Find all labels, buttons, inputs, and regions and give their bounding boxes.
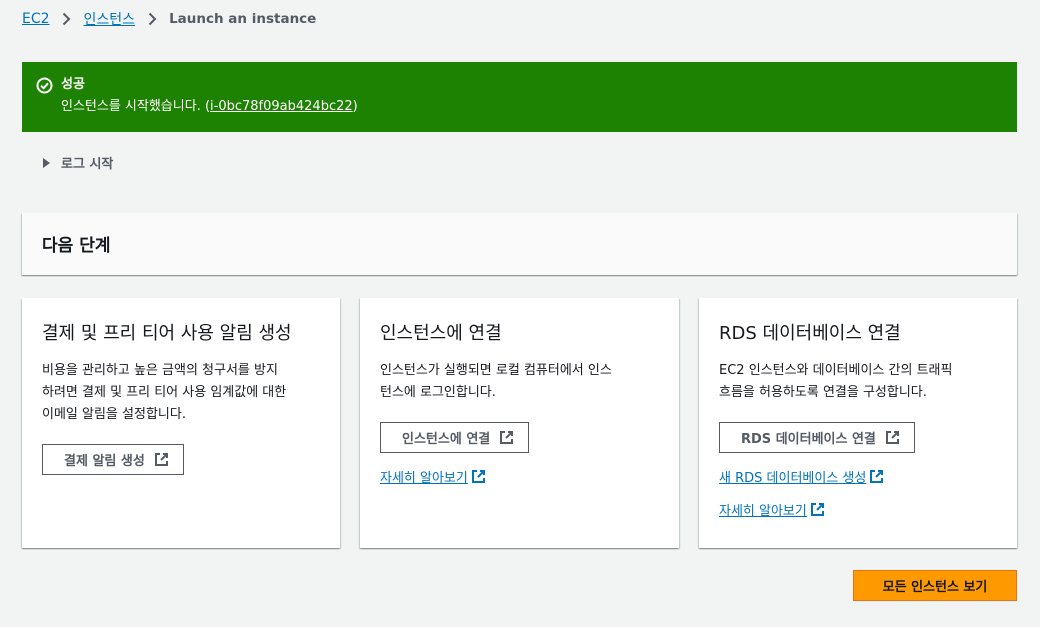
flash-message-prefix: 인스턴스를 시작했습니다. ( [61, 99, 211, 114]
button-label: 결제 알림 생성 [64, 454, 145, 469]
card-description: 인스턴스가 실행되면 로컬 컴퓨터에서 인스 턴스에 로그인합니다. [380, 360, 659, 404]
connect-rds-button[interactable]: RDS 데이터베이스 연결 [719, 422, 915, 453]
flash-message: 인스턴스를 시작했습니다. (i-0bc78f09ab424bc22) [61, 98, 358, 116]
card-description: EC2 인스턴스와 데이터베이스 간의 트래픽 흐름을 허용하도록 연결을 구성… [719, 360, 997, 404]
chevron-right-icon [141, 12, 163, 26]
card-description-line: 인스턴스가 실행되면 로컬 컴퓨터에서 인스 [380, 363, 612, 378]
launch-log-expander[interactable]: 로그 시작 [42, 153, 113, 172]
card-title: RDS 데이터베이스 연결 [719, 323, 901, 344]
external-link-icon [154, 453, 168, 466]
link-label: 자세히 알아보기 [380, 471, 468, 486]
card-title: 인스턴스에 연결 [380, 323, 502, 344]
flash-text: 성공 인스턴스를 시작했습니다. (i-0bc78f09ab424bc22) [61, 76, 358, 116]
breadcrumb-current: Launch an instance [169, 11, 317, 27]
flash-content: 성공 인스턴스를 시작했습니다. (i-0bc78f09ab424bc22) [36, 76, 1001, 116]
breadcrumb-instances-link[interactable]: 인스턴스 [84, 9, 136, 29]
external-link-icon [471, 470, 485, 483]
next-steps-title: 다음 단계 [42, 236, 111, 256]
launch-log-label: 로그 시작 [61, 157, 114, 172]
external-link-icon [885, 431, 899, 444]
next-steps-header: 다음 단계 [22, 213, 1017, 275]
card-description-line: 비용을 관리하고 높은 금액의 청구서를 방지 [42, 363, 278, 378]
external-link-icon [500, 431, 514, 444]
card-title: 결제 및 프리 티어 사용 알림 생성 [42, 323, 292, 344]
button-label: 모든 인스턴스 보기 [882, 580, 988, 595]
link-label: 새 RDS 데이터베이스 생성 [719, 471, 867, 486]
billing-alert-card: 결제 및 프리 티어 사용 알림 생성 비용을 관리하고 높은 금액의 청구서를… [22, 298, 340, 548]
breadcrumb-ec2-link[interactable]: EC2 [22, 11, 50, 27]
button-label: 인스턴스에 연결 [402, 432, 491, 447]
link-label: 자세히 알아보기 [719, 504, 807, 519]
instance-id-link[interactable]: i-0bc78f09ab424bc22 [210, 99, 353, 114]
connect-instance-button[interactable]: 인스턴스에 연결 [380, 422, 530, 453]
learn-more-link[interactable]: 자세히 알아보기 [380, 467, 486, 486]
card-description-line: 흐름을 허용하도록 연결을 구성합니다. [719, 385, 927, 400]
caret-right-icon [43, 157, 50, 168]
flash-message-suffix: ) [352, 99, 358, 114]
check-circle-icon [36, 77, 53, 94]
card-description-line: 하려면 결제 및 프리 티어 사용 임계값에 대한 [42, 385, 287, 400]
learn-more-link[interactable]: 자세히 알아보기 [719, 500, 825, 519]
view-all-instances-button[interactable]: 모든 인스턴스 보기 [853, 570, 1017, 601]
create-billing-alert-button[interactable]: 결제 알림 생성 [42, 444, 184, 475]
success-flashbar: 성공 인스턴스를 시작했습니다. (i-0bc78f09ab424bc22) [22, 62, 1017, 132]
breadcrumb: EC2 인스턴스 Launch an instance [22, 9, 316, 29]
card-description: 비용을 관리하고 높은 금액의 청구서를 방지 하려면 결제 및 프리 티어 사… [42, 360, 320, 426]
card-description-line: EC2 인스턴스와 데이터베이스 간의 트래픽 [719, 363, 953, 378]
rds-connect-card: RDS 데이터베이스 연결 EC2 인스턴스와 데이터베이스 간의 트래픽 흐름… [699, 298, 1017, 548]
card-description-line: 턴스에 로그인합니다. [380, 385, 496, 400]
button-label: RDS 데이터베이스 연결 [741, 432, 876, 447]
flash-title: 성공 [61, 77, 85, 92]
external-link-icon [810, 503, 824, 516]
chevron-right-icon [56, 12, 78, 26]
card-description-line: 이메일 알림을 설정합니다. [42, 407, 186, 422]
external-link-icon [870, 470, 884, 483]
connect-instance-card: 인스턴스에 연결 인스턴스가 실행되면 로컬 컴퓨터에서 인스 턴스에 로그인합… [360, 298, 679, 548]
create-rds-database-link[interactable]: 새 RDS 데이터베이스 생성 [719, 467, 884, 486]
